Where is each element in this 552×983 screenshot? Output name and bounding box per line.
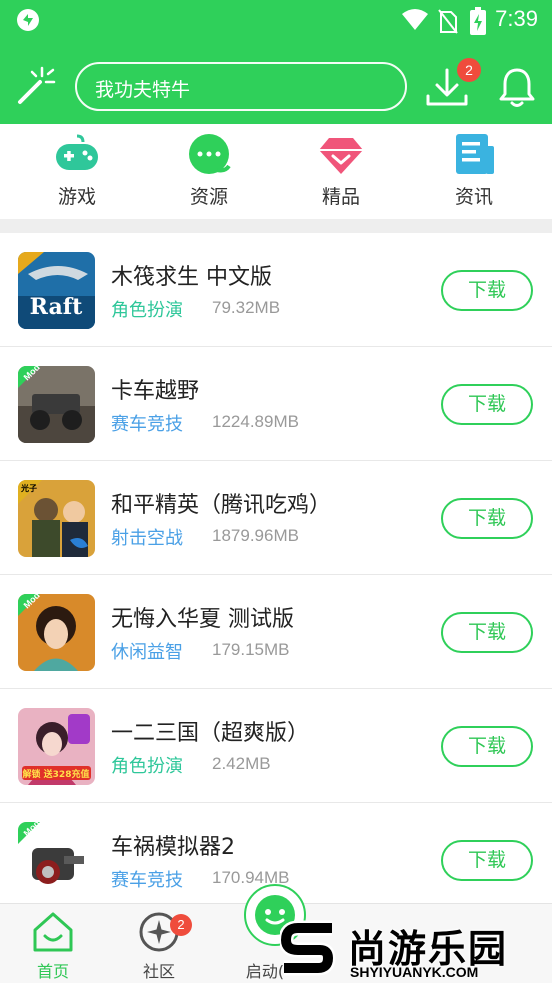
community-badge: 2 xyxy=(170,914,192,936)
category-bar: 游戏 资源 精品 资讯 xyxy=(0,124,552,219)
home-icon xyxy=(33,912,73,952)
app-list: Raft 木筏求生 中文版 角色扮演 79.32MB 下载 Mod 卡车越野 赛… xyxy=(0,233,552,917)
category-news[interactable]: 资讯 xyxy=(428,132,520,214)
app-name: 一二三国（超爽版） xyxy=(111,721,310,746)
app-notification-icon xyxy=(17,9,39,31)
app-icon-raft: Raft xyxy=(18,252,95,329)
app-icon-crash-sim: Mod xyxy=(18,822,95,899)
app-name: 车祸模拟器2 xyxy=(111,835,235,860)
app-name: 木筏求生 中文版 xyxy=(111,265,272,290)
app-category: 赛车竞技 xyxy=(111,414,183,435)
svg-text:光子: 光子 xyxy=(20,483,37,493)
battery-charging-icon xyxy=(470,7,486,35)
list-item[interactable]: 光子 和平精英（腾讯吃鸡） 射击空战 1879.96MB 下载 xyxy=(0,461,552,575)
watermark-url: SHYIYUANYK.COM xyxy=(350,964,479,980)
category-label: 资源 xyxy=(189,186,228,208)
nav-label: 社区 xyxy=(142,962,175,981)
category-games[interactable]: 游戏 xyxy=(31,132,123,214)
download-button[interactable]: 下载 xyxy=(441,384,533,425)
app-size: 1879.96MB xyxy=(212,526,299,545)
magic-wand-icon[interactable] xyxy=(16,66,56,106)
nav-label: 首页 xyxy=(36,962,69,981)
app-size: 2.42MB xyxy=(212,754,271,773)
download-button[interactable]: 下载 xyxy=(441,498,533,539)
wifi-icon xyxy=(402,9,428,30)
list-item[interactable]: Raft 木筏求生 中文版 角色扮演 79.32MB 下载 xyxy=(0,233,552,347)
download-button[interactable]: 下载 xyxy=(441,270,533,311)
app-icon-huaxia: Mod xyxy=(18,594,95,671)
list-item[interactable]: 解锁 送328充值 一二三国（超爽版） 角色扮演 2.42MB 下载 xyxy=(0,689,552,803)
app-category: 赛车竞技 xyxy=(111,870,183,891)
section-divider xyxy=(0,219,552,233)
category-label: 精品 xyxy=(321,186,360,208)
app-header: 7:39 我功夫特牛 2 xyxy=(0,0,552,124)
gamepad-icon xyxy=(56,134,98,170)
app-category: 角色扮演 xyxy=(111,300,183,321)
news-icon xyxy=(456,134,494,174)
download-badge: 2 xyxy=(457,58,481,82)
app-category: 休闲益智 xyxy=(111,642,183,663)
list-item[interactable]: Mod 无悔入华夏 测试版 休闲益智 179.15MB 下载 xyxy=(0,575,552,689)
app-name: 卡车越野 xyxy=(111,379,200,404)
category-label: 资讯 xyxy=(454,186,493,208)
app-size: 79.32MB xyxy=(212,298,281,317)
app-icon-peace-elite: 光子 xyxy=(18,480,95,557)
app-category: 角色扮演 xyxy=(111,756,183,777)
status-time: 7:39 xyxy=(495,6,538,31)
list-item[interactable]: Mod 卡车越野 赛车竞技 1224.89MB 下载 xyxy=(0,347,552,461)
download-button[interactable]: 下载 xyxy=(441,840,533,881)
svg-text:Raft: Raft xyxy=(30,294,84,320)
download-button[interactable]: 下载 xyxy=(441,612,533,653)
svg-text:解锁 送328充值: 解锁 送328充值 xyxy=(23,768,90,780)
site-watermark: 尚游乐园 SHYIYUANYK.COM xyxy=(272,912,552,983)
app-size: 179.15MB xyxy=(212,640,290,659)
chat-bubble-icon xyxy=(189,134,231,174)
watermark-logo xyxy=(280,920,336,976)
app-icon-truck: Mod xyxy=(18,366,95,443)
app-category: 射击空战 xyxy=(111,528,183,549)
category-resources[interactable]: 资源 xyxy=(163,132,255,214)
nav-community[interactable]: 2 社区 xyxy=(119,910,199,981)
nav-home[interactable]: 首页 xyxy=(13,910,93,981)
diamond-icon xyxy=(319,138,363,174)
app-icon-sanguo: 解锁 送328充值 xyxy=(18,708,95,785)
app-name: 无悔入华夏 测试版 xyxy=(111,607,294,632)
search-input[interactable]: 我功夫特牛 xyxy=(75,62,407,111)
status-bar: 7:39 xyxy=(0,0,552,40)
search-text: 我功夫特牛 xyxy=(95,79,191,101)
bell-icon[interactable] xyxy=(498,66,536,108)
download-button[interactable]: 下载 xyxy=(441,726,533,767)
category-label: 游戏 xyxy=(57,186,96,208)
app-name: 和平精英（腾讯吃鸡） xyxy=(111,493,332,518)
category-premium[interactable]: 精品 xyxy=(295,132,387,214)
no-sim-icon xyxy=(438,9,458,34)
app-size: 1224.89MB xyxy=(212,412,299,431)
